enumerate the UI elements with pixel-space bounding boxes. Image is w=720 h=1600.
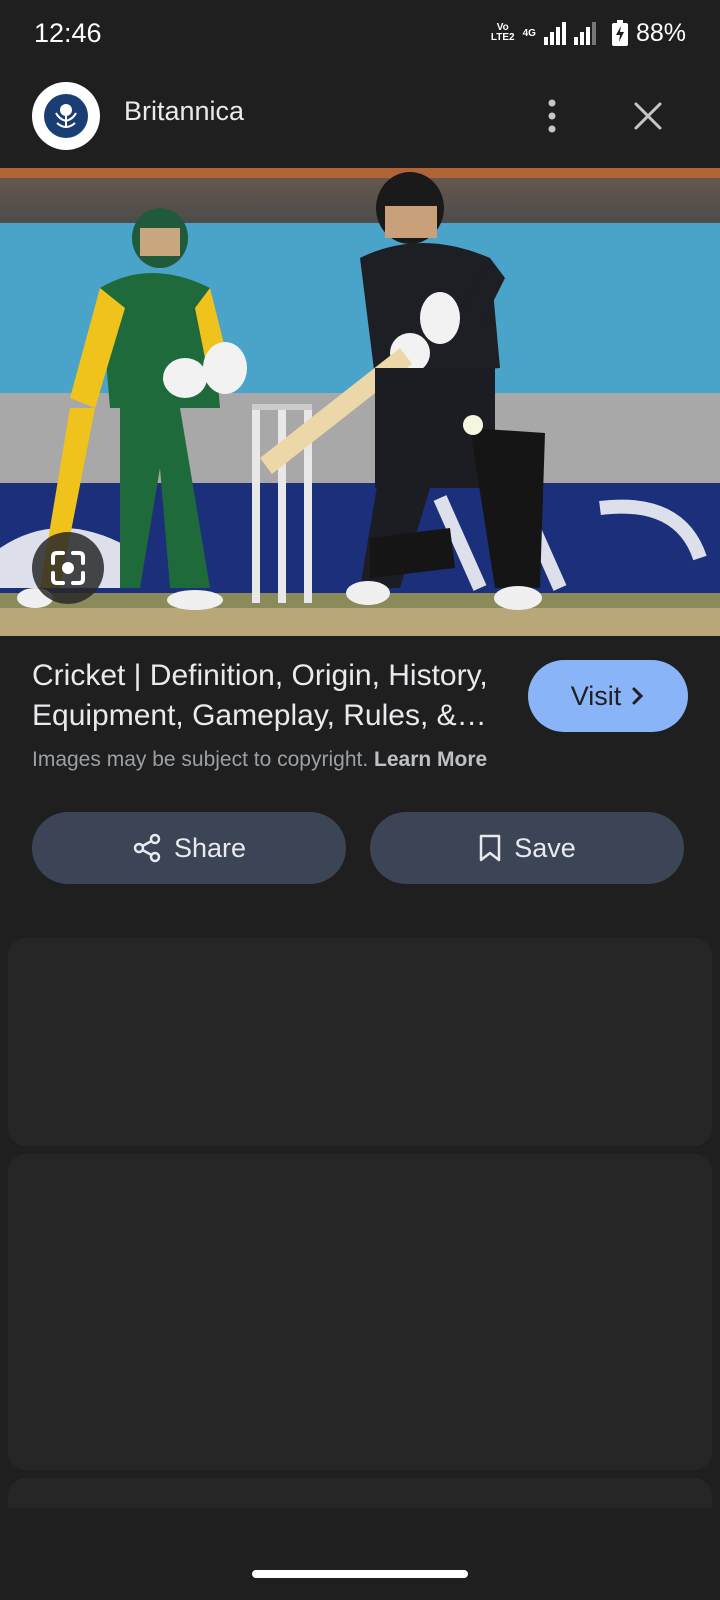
share-label: Share bbox=[173, 832, 247, 863]
placeholder-card bbox=[8, 1154, 712, 1470]
result-image[interactable] bbox=[0, 168, 720, 636]
britannica-logo-icon[interactable] bbox=[32, 82, 100, 150]
battery-percent: 88% bbox=[635, 18, 686, 47]
save-button[interactable]: Save bbox=[370, 812, 684, 884]
status-time: 12:46 bbox=[34, 17, 102, 48]
more-options-icon[interactable] bbox=[530, 92, 574, 140]
signal-icon bbox=[543, 22, 596, 45]
placeholder-card bbox=[8, 938, 712, 1146]
share-icon bbox=[133, 833, 161, 863]
volte-indicator: Vo LTE2 bbox=[491, 23, 515, 43]
copyright-notice: Images may be subject to copyright. Lear… bbox=[32, 748, 487, 772]
result-title[interactable]: Cricket | Definition, Origin, History, E… bbox=[32, 656, 502, 736]
home-indicator[interactable] bbox=[252, 1570, 468, 1578]
source-name[interactable]: Britannica bbox=[124, 96, 244, 127]
battery-charging-icon bbox=[611, 20, 628, 46]
learn-more-link[interactable]: Learn More bbox=[374, 748, 487, 771]
google-lens-icon[interactable] bbox=[32, 532, 104, 604]
copyright-text: Images may be subject to copyright. bbox=[32, 748, 369, 771]
status-icons: Vo LTE2 4G 88% bbox=[491, 19, 686, 48]
visit-label: Visit bbox=[570, 680, 622, 711]
chevron-right-icon bbox=[632, 687, 644, 705]
network-type: 4G bbox=[522, 27, 536, 39]
close-icon[interactable] bbox=[624, 92, 672, 140]
visit-button[interactable]: Visit bbox=[528, 660, 688, 732]
placeholder-card bbox=[8, 1478, 712, 1508]
app-header: Britannica bbox=[0, 66, 720, 166]
status-bar: 12:46 Vo LTE2 4G 88% bbox=[0, 0, 720, 66]
bookmark-icon bbox=[479, 834, 501, 862]
save-label: Save bbox=[514, 832, 576, 863]
volte-bottom-label: LTE2 bbox=[490, 32, 515, 43]
share-button[interactable]: Share bbox=[32, 812, 346, 884]
